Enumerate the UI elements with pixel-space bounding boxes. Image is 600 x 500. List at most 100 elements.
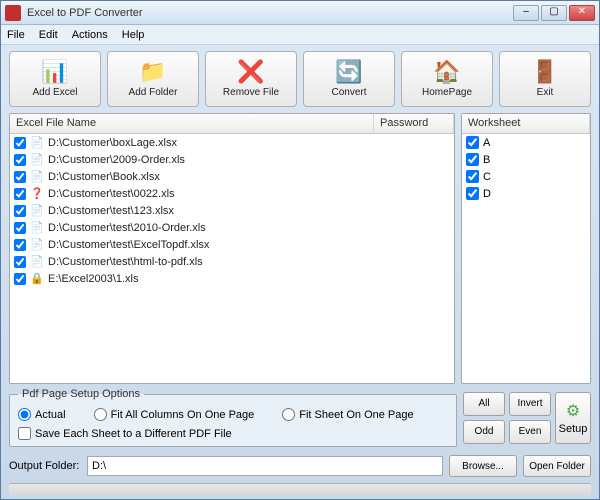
file-checkbox[interactable] xyxy=(14,222,26,234)
statusbar xyxy=(9,483,591,495)
worksheet-row[interactable]: C xyxy=(462,168,590,185)
setup-button[interactable]: ⚙Setup xyxy=(555,392,591,444)
file-path: D:\Customer\test\2010-Order.xls xyxy=(48,222,450,234)
worksheet-checkbox[interactable] xyxy=(466,136,479,149)
file-path: D:\Customer\boxLage.xlsx xyxy=(48,137,450,149)
file-icon: ❓ xyxy=(30,187,44,200)
file-icon: 📄 xyxy=(30,221,44,234)
convert-button-label: Convert xyxy=(331,87,366,98)
col-worksheet[interactable]: Worksheet xyxy=(462,114,590,133)
window-buttons: – ▢ ✕ xyxy=(513,5,595,21)
menu-edit[interactable]: Edit xyxy=(39,29,58,41)
app-icon xyxy=(5,5,21,21)
file-checkbox[interactable] xyxy=(14,171,26,183)
even-button[interactable]: Even xyxy=(509,420,551,444)
menu-actions[interactable]: Actions xyxy=(72,29,108,41)
file-list-panel: Excel File Name Password 📄 D:\Customer\bo… xyxy=(9,113,455,384)
worksheet-checkbox[interactable] xyxy=(466,153,479,166)
worksheet-checkbox[interactable] xyxy=(466,187,479,200)
file-path: D:\Customer\test\html-to-pdf.xls xyxy=(48,256,450,268)
file-row[interactable]: 📄 D:\Customer\test\123.xlsx xyxy=(10,202,454,219)
file-icon: 📄 xyxy=(30,153,44,166)
gear-icon: ⚙ xyxy=(566,401,580,421)
file-path: E:\Excel2003\1.xls xyxy=(48,273,450,285)
save-each-sheet-label[interactable]: Save Each Sheet to a Different PDF File xyxy=(18,427,448,440)
titlebar: Excel to PDF Converter – ▢ ✕ xyxy=(1,1,599,25)
worksheet-header: Worksheet xyxy=(462,114,590,134)
file-checkbox[interactable] xyxy=(14,273,26,285)
browse-button[interactable]: Browse... xyxy=(449,455,517,477)
radio-fitcols[interactable]: Fit All Columns On One Page xyxy=(94,408,255,421)
convert-button[interactable]: 🔄 Convert xyxy=(303,51,395,107)
remove-file-button-label: Remove File xyxy=(223,87,279,98)
all-button[interactable]: All xyxy=(463,392,505,416)
add-excel-button[interactable]: 📊 Add Excel xyxy=(9,51,101,107)
file-row[interactable]: 🔒E:\Excel2003\1.xls xyxy=(10,270,454,287)
file-checkbox[interactable] xyxy=(14,239,26,251)
menubar: File Edit Actions Help xyxy=(1,25,599,45)
pdf-options: Pdf Page Setup Options Actual Fit All Co… xyxy=(9,388,457,447)
remove-file-button-icon: ❌ xyxy=(237,61,264,83)
close-button[interactable]: ✕ xyxy=(569,5,595,21)
file-rows: 📄 D:\Customer\boxLage.xlsx 📄 D:\Customer\20… xyxy=(10,134,454,383)
toolbar: 📊 Add Excel 📁Add Folder ❌ Remove File 🔄 Conver… xyxy=(1,45,599,113)
file-icon: 📄 xyxy=(30,170,44,183)
add-excel-button-icon: 📊 xyxy=(41,61,68,83)
worksheet-row[interactable]: D xyxy=(462,185,590,202)
worksheet-name: D xyxy=(483,188,491,200)
file-columns: Excel File Name Password xyxy=(10,114,454,134)
file-checkbox[interactable] xyxy=(14,154,26,166)
homepage-button-icon: 🏠 xyxy=(433,61,460,83)
file-checkbox[interactable] xyxy=(14,137,26,149)
radio-actual[interactable]: Actual xyxy=(18,408,66,421)
open-folder-button[interactable]: Open Folder xyxy=(523,455,591,477)
save-each-sheet-checkbox[interactable] xyxy=(18,427,31,440)
file-row[interactable]: 📄 D:\Customer\test\2010-Order.xls xyxy=(10,219,454,236)
file-row[interactable]: ❓D:\Customer\test\0022.xls xyxy=(10,185,454,202)
menu-help[interactable]: Help xyxy=(122,29,145,41)
worksheet-row[interactable]: A xyxy=(462,134,590,151)
minimize-button[interactable]: – xyxy=(513,5,539,21)
file-row[interactable]: 📄 D:\Customer\Book.xlsx xyxy=(10,168,454,185)
maximize-button[interactable]: ▢ xyxy=(541,5,567,21)
options-legend: Pdf Page Setup Options xyxy=(18,388,144,400)
convert-button-icon: 🔄 xyxy=(335,61,362,83)
col-password[interactable]: Password xyxy=(374,114,454,133)
file-checkbox[interactable] xyxy=(14,256,26,268)
file-row[interactable]: 📄 D:\Customer\2009-Order.xls xyxy=(10,151,454,168)
output-folder-input[interactable] xyxy=(87,456,443,476)
selection-buttons: All Invert ⚙Setup Odd Even xyxy=(463,388,591,447)
add-folder-button-icon: 📁 xyxy=(139,61,166,83)
radio-fitcols-input[interactable] xyxy=(94,408,107,421)
worksheet-row[interactable]: B xyxy=(462,151,590,168)
file-icon: 📄 xyxy=(30,255,44,268)
file-row[interactable]: 📄 D:\Customer\test\html-to-pdf.xls xyxy=(10,253,454,270)
homepage-button[interactable]: 🏠 HomePage xyxy=(401,51,493,107)
add-folder-button[interactable]: 📁Add Folder xyxy=(107,51,199,107)
menu-file[interactable]: File xyxy=(7,29,25,41)
exit-button-label: Exit xyxy=(537,87,554,98)
add-excel-button-label: Add Excel xyxy=(32,87,77,98)
invert-button[interactable]: Invert xyxy=(509,392,551,416)
worksheet-name: A xyxy=(483,137,490,149)
file-checkbox[interactable] xyxy=(14,205,26,217)
remove-file-button[interactable]: ❌ Remove File xyxy=(205,51,297,107)
file-checkbox[interactable] xyxy=(14,188,26,200)
radio-fitsheet-input[interactable] xyxy=(282,408,295,421)
file-path: D:\Customer\Book.xlsx xyxy=(48,171,450,183)
worksheet-panel: Worksheet ABCD xyxy=(461,113,591,384)
col-filename[interactable]: Excel File Name xyxy=(10,114,374,133)
file-icon: 📄 xyxy=(30,136,44,149)
radio-fitsheet[interactable]: Fit Sheet On One Page xyxy=(282,408,413,421)
homepage-button-label: HomePage xyxy=(422,87,472,98)
worksheet-checkbox[interactable] xyxy=(466,170,479,183)
file-row[interactable]: 📄D:\Customer\test\ExcelTopdf.xlsx xyxy=(10,236,454,253)
exit-button[interactable]: 🚪Exit xyxy=(499,51,591,107)
odd-button[interactable]: Odd xyxy=(463,420,505,444)
radio-actual-input[interactable] xyxy=(18,408,31,421)
file-path: D:\Customer\test\123.xlsx xyxy=(48,205,450,217)
file-row[interactable]: 📄 D:\Customer\boxLage.xlsx xyxy=(10,134,454,151)
save-each-sheet: Save Each Sheet to a Different PDF File xyxy=(18,427,448,440)
file-path: D:\Customer\2009-Order.xls xyxy=(48,154,450,166)
file-icon: 📄 xyxy=(30,204,44,217)
